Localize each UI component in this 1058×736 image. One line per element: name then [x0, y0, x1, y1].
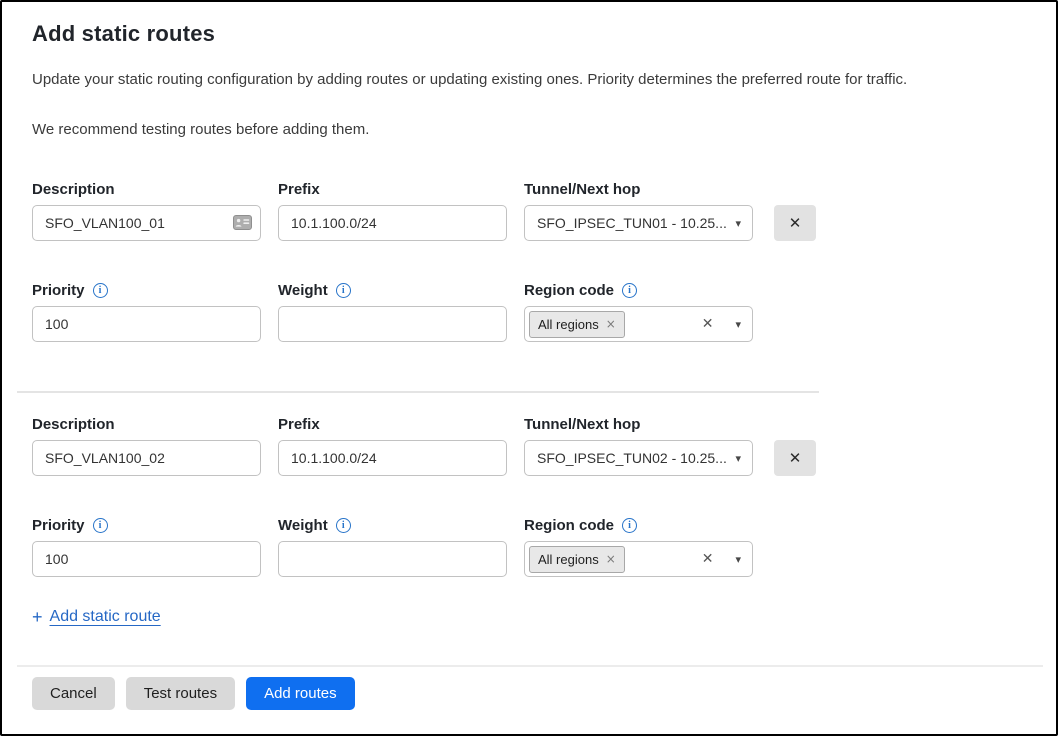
info-icon[interactable]: i: [622, 283, 637, 298]
priority-label: Priority i: [32, 281, 261, 299]
route-1-description-field: Description: [32, 180, 261, 241]
description-label: Description: [32, 180, 261, 198]
priority-input[interactable]: [32, 306, 261, 342]
tunnel-label-text: Tunnel/Next hop: [524, 181, 640, 198]
clear-selection-icon[interactable]: ✕: [702, 552, 714, 566]
chip-remove-icon[interactable]: ×: [606, 318, 616, 330]
intro-text-2: We recommend testing routes before addin…: [32, 120, 1028, 139]
chevron-down-icon: ▾: [735, 218, 741, 229]
route-2-weight-field: Weight i: [278, 516, 507, 577]
page-title: Add static routes: [32, 20, 1028, 48]
region-code-label-text: Region code: [524, 517, 614, 534]
intro-text-1: Update your static routing configuration…: [32, 70, 1028, 89]
route-2-prefix-field: Prefix: [278, 415, 507, 476]
chevron-down-icon: ▾: [735, 554, 741, 565]
priority-label-text: Priority: [32, 282, 85, 299]
weight-label-text: Weight: [278, 282, 328, 299]
weight-label: Weight i: [278, 516, 507, 534]
tunnel-select-value: SFO_IPSEC_TUN02 - 10.25...: [537, 450, 727, 466]
weight-label-text: Weight: [278, 517, 328, 534]
weight-input[interactable]: [278, 541, 507, 577]
region-chip-label: All regions: [538, 552, 599, 567]
add-routes-button[interactable]: Add routes: [246, 677, 355, 710]
prefix-label-text: Prefix: [278, 416, 320, 433]
tunnel-select[interactable]: SFO_IPSEC_TUN01 - 10.25... ▾: [524, 205, 753, 241]
weight-input[interactable]: [278, 306, 507, 342]
route-1-weight-field: Weight i: [278, 281, 507, 342]
prefix-input[interactable]: [278, 205, 507, 241]
route-2-priority-field: Priority i: [32, 516, 261, 577]
route-2-tunnel-field: Tunnel/Next hop SFO_IPSEC_TUN02 - 10.25.…: [524, 415, 753, 476]
tunnel-label-text: Tunnel/Next hop: [524, 416, 640, 433]
cancel-button[interactable]: Cancel: [32, 677, 115, 710]
route-1-main-row: Description: [32, 180, 1028, 241]
plus-icon: +: [32, 608, 43, 626]
region-code-label: Region code i: [524, 516, 753, 534]
region-chip: All regions ×: [529, 546, 625, 573]
prefix-input[interactable]: [278, 440, 507, 476]
autofill-contact-icon[interactable]: [233, 215, 252, 230]
region-chip-label: All regions: [538, 317, 599, 332]
description-input-wrap: [32, 205, 261, 241]
clear-selection-icon[interactable]: ✕: [702, 317, 714, 331]
weight-label: Weight i: [278, 281, 507, 299]
region-code-label-text: Region code: [524, 282, 614, 299]
route-2-secondary-row: Priority i Weight i Region code i: [32, 516, 1028, 577]
info-icon[interactable]: i: [93, 283, 108, 298]
route-1-tunnel-field: Tunnel/Next hop SFO_IPSEC_TUN01 - 10.25.…: [524, 180, 753, 241]
route-2-main-row: Description Prefix Tunnel/Next hop SFO_I…: [32, 415, 1028, 476]
group-divider: [17, 391, 819, 393]
route-2-description-field: Description: [32, 415, 261, 476]
region-chip: All regions ×: [529, 311, 625, 338]
prefix-label: Prefix: [278, 415, 507, 433]
prefix-label-text: Prefix: [278, 181, 320, 198]
description-input[interactable]: [32, 205, 261, 241]
tunnel-label: Tunnel/Next hop: [524, 415, 753, 433]
route-1-secondary-row: Priority i Weight i Region code i: [32, 281, 1028, 342]
priority-label: Priority i: [32, 516, 261, 534]
add-static-routes-dialog: Add static routes Update your static rou…: [0, 0, 1058, 736]
info-icon[interactable]: i: [336, 283, 351, 298]
chip-remove-icon[interactable]: ×: [606, 553, 616, 565]
chevron-down-icon: ▾: [735, 453, 741, 464]
tunnel-select-value: SFO_IPSEC_TUN01 - 10.25...: [537, 215, 727, 231]
test-routes-button[interactable]: Test routes: [126, 677, 235, 710]
description-input[interactable]: [32, 440, 261, 476]
footer-actions: Cancel Test routes Add routes: [32, 677, 1028, 710]
prefix-label: Prefix: [278, 180, 507, 198]
route-entry-1: Description: [32, 180, 1028, 342]
info-icon[interactable]: i: [622, 518, 637, 533]
add-static-route-link-text: Add static route: [50, 608, 161, 626]
add-static-route-link[interactable]: + Add static route: [32, 608, 161, 626]
region-multiselect[interactable]: All regions × ✕ ▾: [524, 306, 753, 342]
remove-route-button[interactable]: ✕: [774, 440, 816, 476]
priority-label-text: Priority: [32, 517, 85, 534]
tunnel-label: Tunnel/Next hop: [524, 180, 753, 198]
tunnel-select[interactable]: SFO_IPSEC_TUN02 - 10.25... ▾: [524, 440, 753, 476]
info-icon[interactable]: i: [93, 518, 108, 533]
region-multiselect[interactable]: All regions × ✕ ▾: [524, 541, 753, 577]
chevron-down-icon: ▾: [735, 319, 741, 330]
route-1-region-field: Region code i All regions × ✕ ▾: [524, 281, 753, 342]
route-1-priority-field: Priority i: [32, 281, 261, 342]
description-label-text: Description: [32, 416, 115, 433]
route-1-prefix-field: Prefix: [278, 180, 507, 241]
info-icon[interactable]: i: [336, 518, 351, 533]
footer-divider: [17, 665, 1043, 667]
priority-input[interactable]: [32, 541, 261, 577]
region-code-label: Region code i: [524, 281, 753, 299]
description-label: Description: [32, 415, 261, 433]
description-label-text: Description: [32, 181, 115, 198]
route-2-region-field: Region code i All regions × ✕ ▾: [524, 516, 753, 577]
route-entry-2: Description Prefix Tunnel/Next hop SFO_I…: [32, 415, 1028, 577]
remove-route-button[interactable]: ✕: [774, 205, 816, 241]
